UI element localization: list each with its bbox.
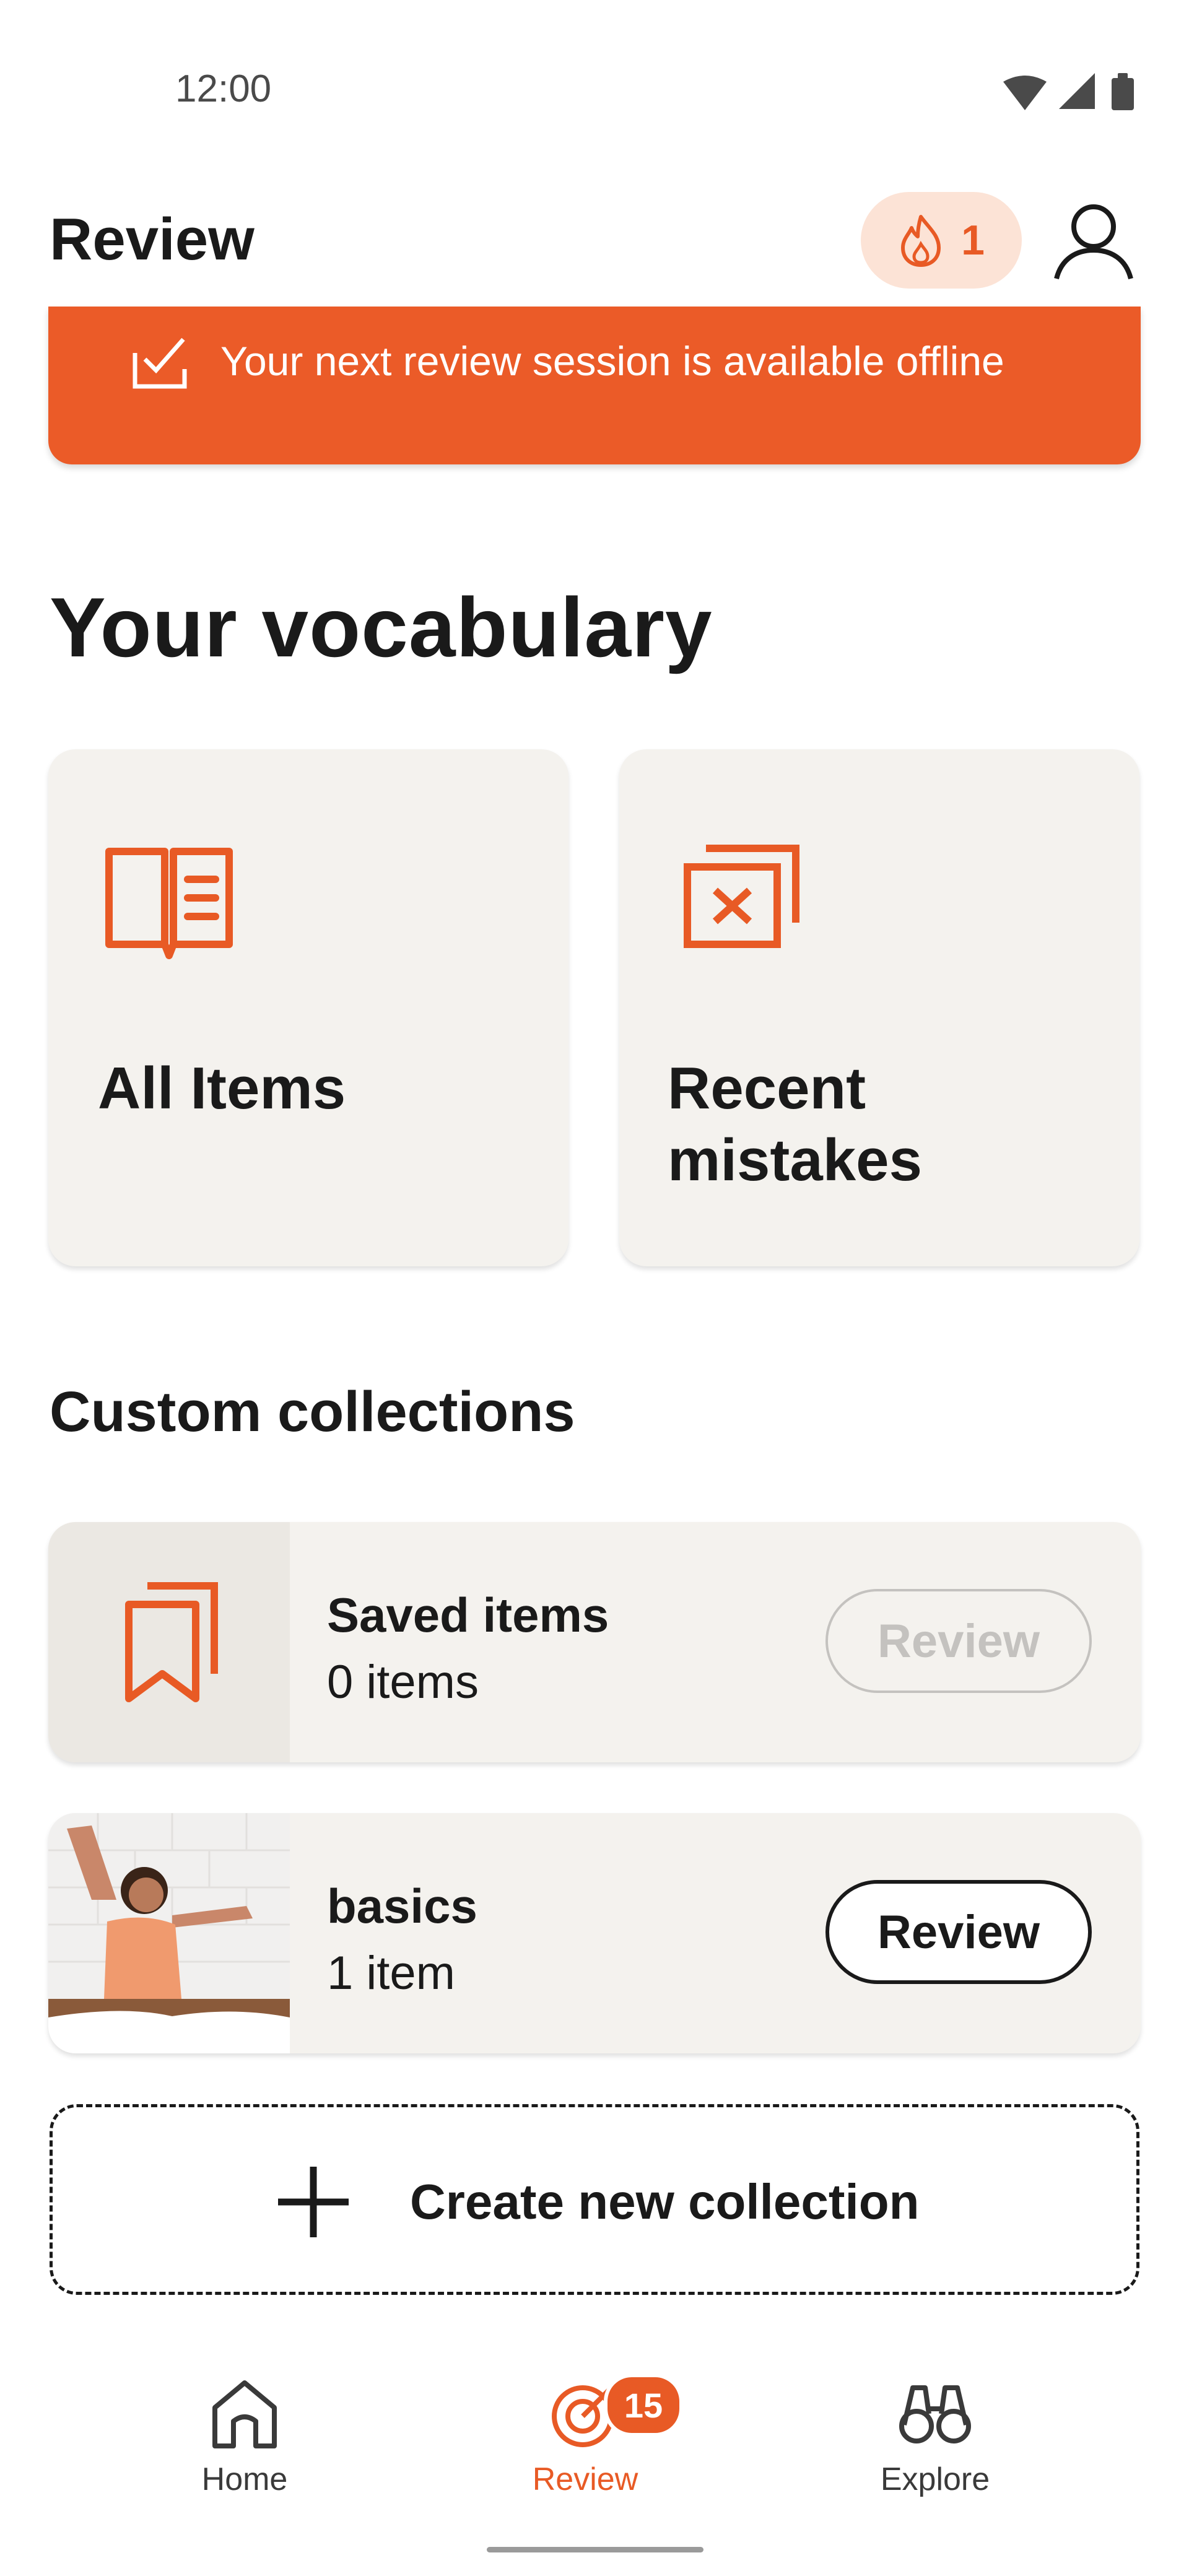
review-count-badge: 15	[604, 2374, 683, 2437]
plus-icon	[278, 2167, 349, 2237]
collection-count: 0 items	[327, 1656, 479, 1708]
wifi-icon	[1003, 76, 1047, 110]
collection-row-saved[interactable]: Saved items 0 items Review	[48, 1522, 1141, 1762]
nav-home[interactable]: Home	[133, 2377, 356, 2498]
all-items-label: All Items	[98, 1055, 346, 1121]
bookmark-icon	[125, 1582, 218, 1702]
review-button[interactable]: Review	[825, 1880, 1092, 1984]
collection-title: Saved items	[327, 1588, 609, 1642]
nav-explore[interactable]: Explore	[824, 2377, 1047, 2498]
nav-home-label: Home	[201, 2461, 288, 2497]
collection-title: basics	[327, 1879, 477, 1933]
signal-icon	[1059, 73, 1095, 109]
binoculars-icon	[899, 2385, 971, 2443]
flame-icon	[901, 215, 941, 267]
gesture-bar[interactable]	[487, 2547, 703, 2552]
vocabulary-title: Your vocabulary	[50, 580, 713, 674]
collection-count: 1 item	[327, 1947, 455, 1999]
collections-title: Custom collections	[50, 1380, 575, 1443]
banner-text: Your next review session is available of…	[220, 338, 1004, 384]
mistakes-icon	[684, 845, 799, 948]
book-icon	[105, 848, 233, 959]
collection-row-basics[interactable]: basics 1 item Review	[48, 1813, 1141, 2053]
status-icons	[1003, 73, 1134, 110]
all-items-card[interactable]	[48, 749, 568, 1266]
battery-icon	[1112, 73, 1134, 110]
status-time: 12:00	[175, 67, 272, 110]
page-title: Review	[50, 206, 255, 272]
streak-button[interactable]: 1	[861, 192, 1022, 289]
nav-explore-label: Explore	[880, 2461, 990, 2497]
offline-banner	[48, 307, 1141, 464]
saved-items-thumbnail	[48, 1522, 290, 1762]
review-button[interactable]: Review	[825, 1589, 1092, 1693]
streak-count: 1	[961, 217, 985, 264]
recent-mistakes-label: Recent mistakes	[668, 1055, 922, 1193]
home-icon	[212, 2380, 277, 2448]
nav-review-label: Review	[532, 2461, 638, 2497]
profile-icon[interactable]	[1053, 199, 1135, 281]
basics-thumbnail	[48, 1813, 290, 2053]
offline-check-icon	[133, 337, 187, 389]
create-collection-label: Create new collection	[410, 2174, 920, 2229]
